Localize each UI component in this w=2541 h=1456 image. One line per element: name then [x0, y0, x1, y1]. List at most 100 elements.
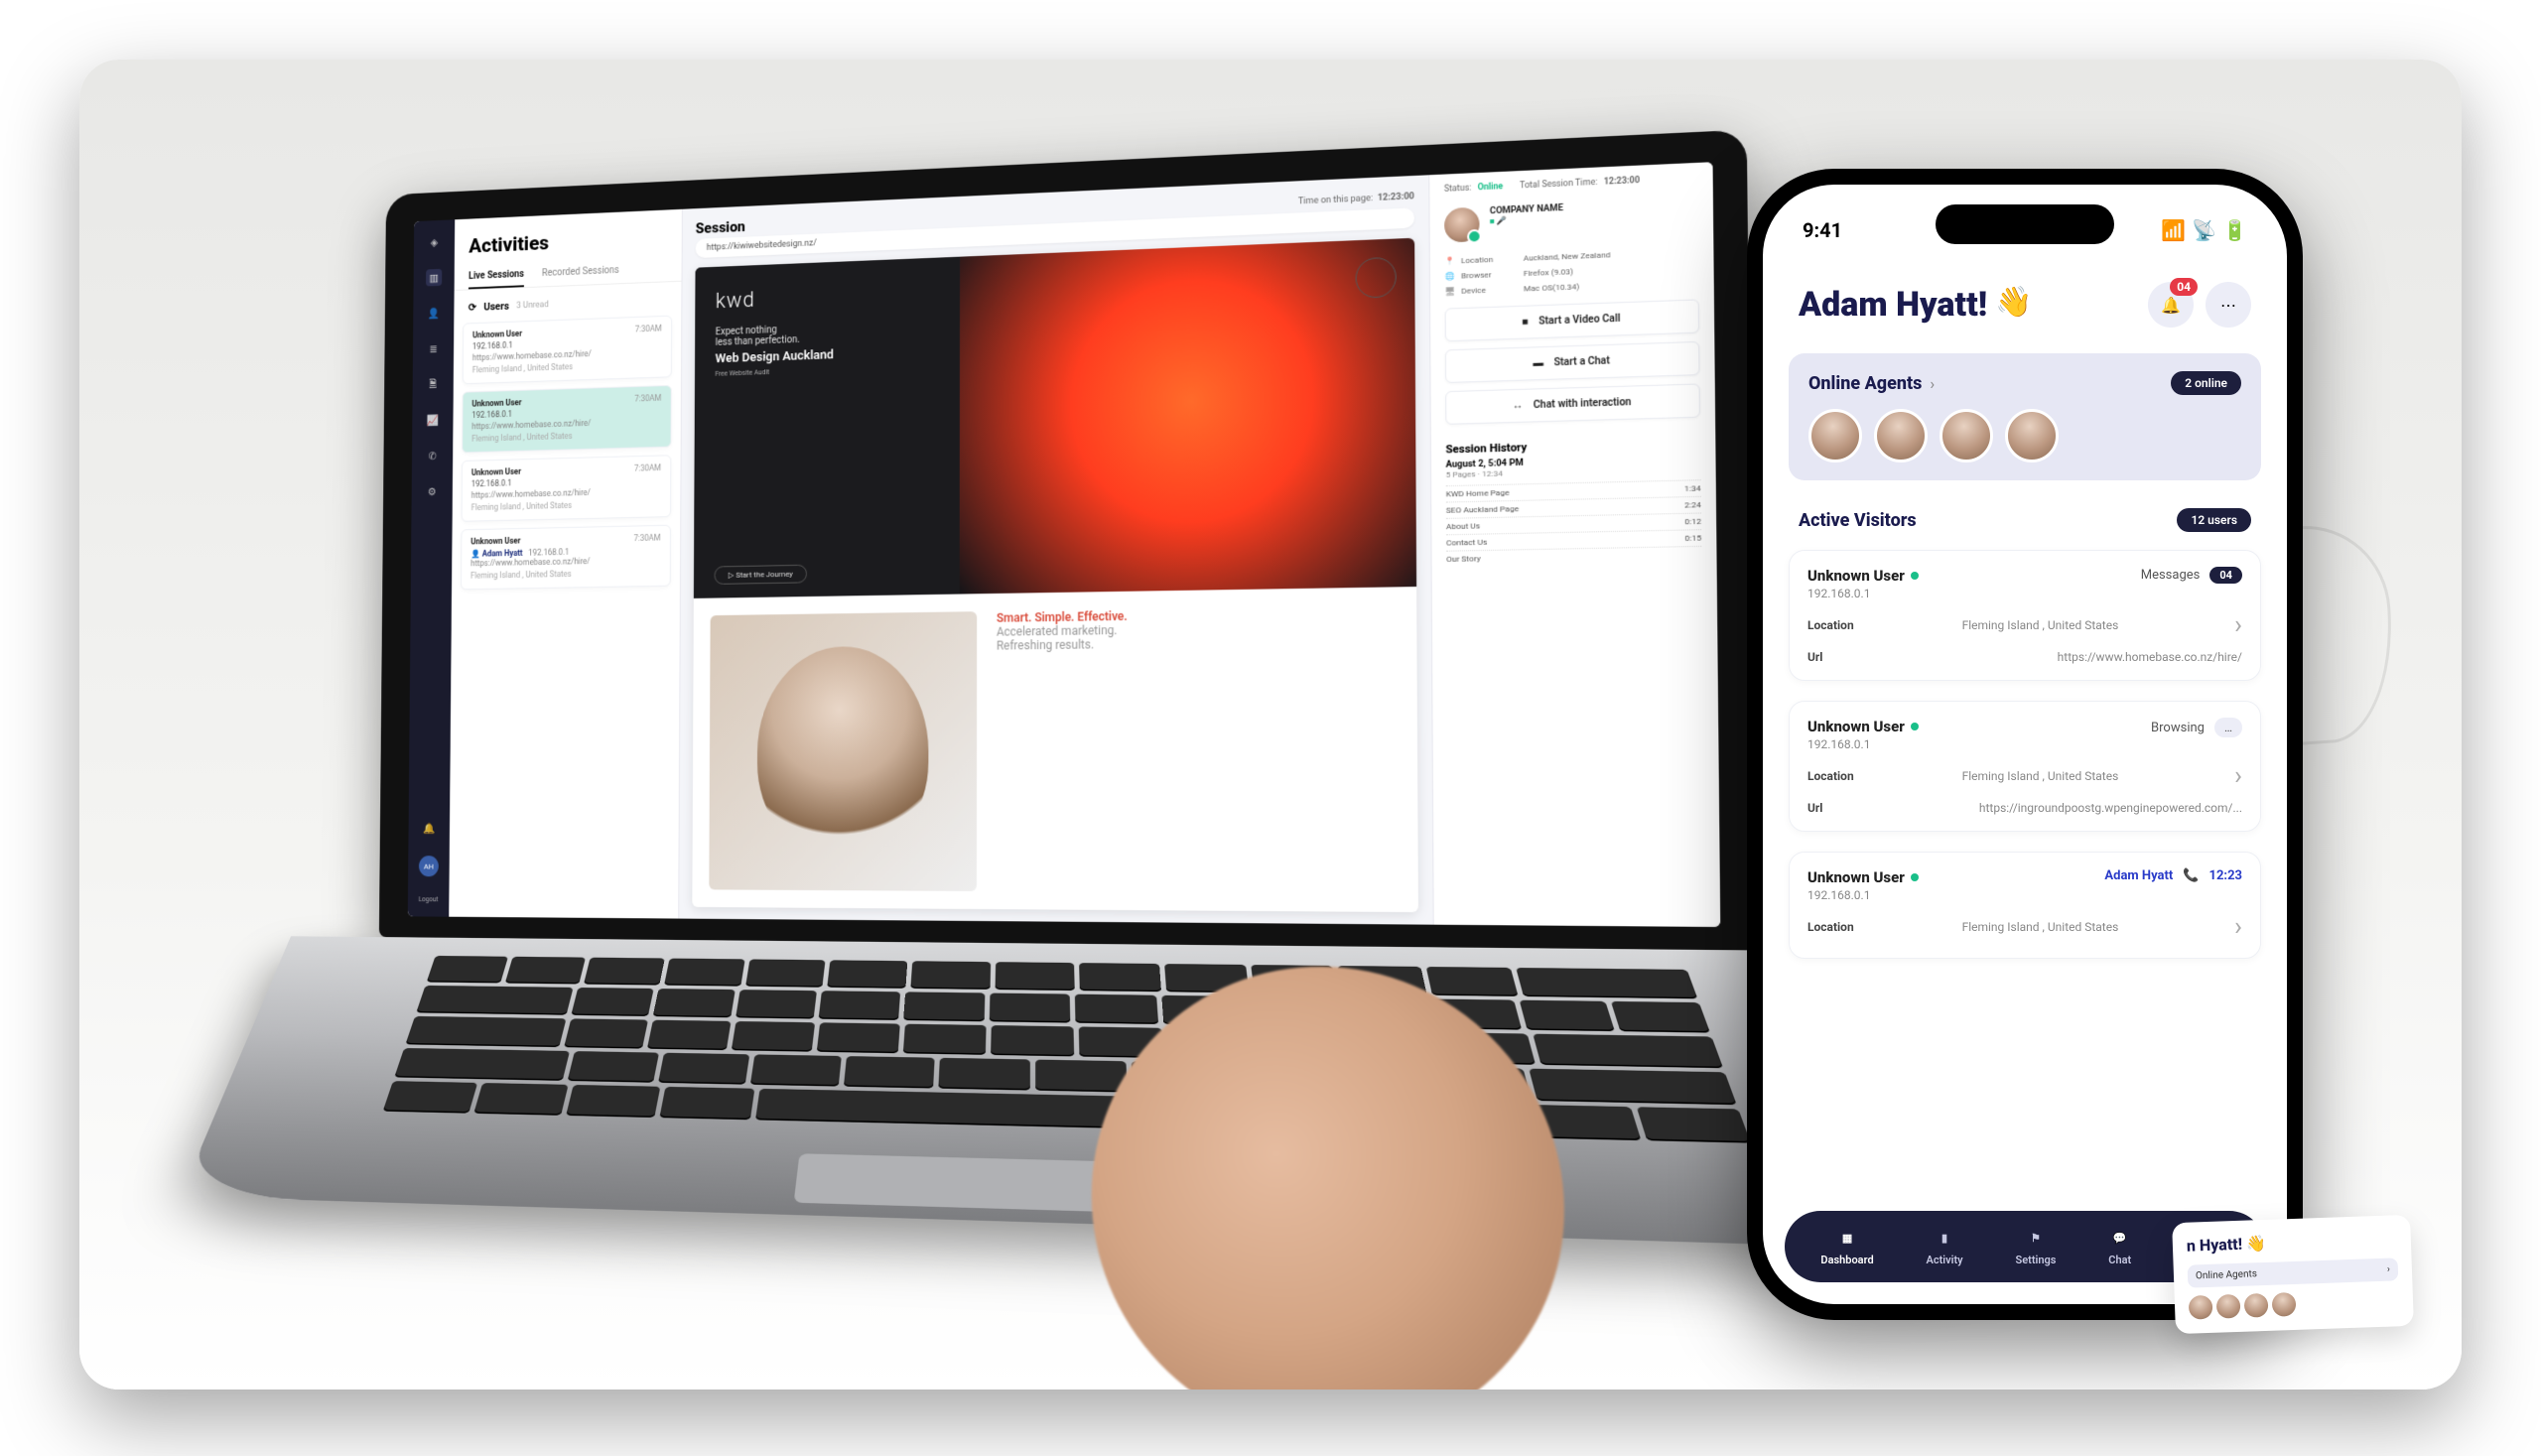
- settings-icon: ⚑: [2025, 1227, 2047, 1249]
- info-value: Auckland, New Zealand: [1524, 247, 1699, 263]
- visitor-name: Unknown User: [1807, 567, 1905, 585]
- session-preview: kwd Expect nothing less than perfection.…: [692, 238, 1418, 912]
- visitors-count: 12 users: [2177, 508, 2251, 532]
- user-card[interactable]: Unknown User7:30AM 192.168.0.1 https://w…: [462, 385, 671, 454]
- messages-badge: 04: [2209, 567, 2242, 584]
- avatar[interactable]: AH: [419, 856, 439, 876]
- nav-calls-icon[interactable]: ✆: [424, 447, 440, 463]
- nav-analytics-icon[interactable]: 📈: [425, 411, 441, 429]
- chat-interaction-button[interactable]: ↔Chat with interaction: [1445, 383, 1700, 424]
- nav-dashboard[interactable]: ▦Dashboard: [1820, 1227, 1873, 1266]
- marketing-line2: Refreshing results.: [997, 637, 1128, 653]
- more-icon: ⋯: [2220, 296, 2236, 315]
- mini-avatar: [2272, 1292, 2297, 1317]
- history-item[interactable]: Our Story: [1446, 546, 1701, 567]
- wifi-icon: 📡: [2192, 218, 2216, 242]
- video-icon: ■: [1490, 216, 1495, 225]
- total-session-time: 12:23:00: [1604, 176, 1640, 188]
- mini-avatar: [2244, 1293, 2269, 1318]
- row-label: Url: [1807, 650, 1822, 664]
- more-menu-button[interactable]: ⋯: [2206, 282, 2251, 328]
- browser-icon: 🌐: [1444, 271, 1461, 281]
- nav-settings-icon[interactable]: ⚙: [424, 482, 440, 499]
- bell-icon[interactable]: 🔔: [421, 820, 437, 837]
- agent-block: COMPANY NAME ■ 🎤: [1444, 198, 1698, 243]
- tab-live-sessions[interactable]: Live Sessions: [468, 263, 524, 289]
- device-icon: 🖥: [1445, 287, 1462, 297]
- info-value: Firefox (9.03): [1524, 262, 1699, 278]
- tab-recorded-sessions[interactable]: Recorded Sessions: [542, 259, 619, 286]
- laptop-mockup: ◈ ▥ 👤 ≣ 🗎 📈 ✆ ⚙ 🔔 AH Logout Activities: [376, 130, 1760, 1332]
- start-chat-button[interactable]: ▬Start a Chat: [1445, 341, 1700, 383]
- online-dot-icon: [1911, 873, 1919, 881]
- agent-avatar[interactable]: [1939, 409, 1993, 463]
- dashboard-icon: ▦: [1836, 1227, 1858, 1249]
- online-agents-count: 2 online: [2171, 371, 2241, 395]
- nav-chat[interactable]: 💬Chat: [2108, 1227, 2131, 1266]
- visitor-ip: 192.168.0.1: [1807, 587, 1919, 600]
- user-name: Unknown User: [470, 537, 520, 548]
- user-card[interactable]: Unknown User7:30AM 192.168.0.1 https://w…: [462, 455, 672, 522]
- agent-avatar[interactable]: [1808, 409, 1862, 463]
- phone-mockup: 9:41 📶 📡 🔋 Adam Hyatt!👋 🔔 04 ⋯: [1747, 169, 2303, 1320]
- status-time: 9:41: [1803, 218, 1842, 242]
- messages-label: Messages: [2141, 568, 2201, 583]
- chat-icon: ▬: [1533, 357, 1543, 369]
- location-icon: 📍: [1444, 256, 1461, 266]
- status-row: Status: Online Total Session Time: 12:23…: [1444, 173, 1698, 195]
- visitor-ip: 192.168.0.1: [1807, 737, 1919, 751]
- wave-icon: 👋: [1995, 285, 2032, 325]
- history-title: Session History: [1445, 436, 1700, 456]
- online-agents-title: Online Agents: [1808, 373, 1922, 394]
- row-label: Url: [1807, 801, 1822, 815]
- visitor-card[interactable]: Unknown User 192.168.0.1 Messages 04 Loc…: [1789, 550, 2261, 681]
- preview-marketing: Smart. Simple. Effective. Accelerated ma…: [692, 587, 1418, 912]
- agent-avatar[interactable]: [2005, 409, 2059, 463]
- user-time: 7:30AM: [635, 325, 662, 335]
- phone-icon: 📞: [2183, 868, 2199, 883]
- row-label: Location: [1807, 618, 1854, 632]
- notification-bell-button[interactable]: 🔔 04: [2148, 282, 2194, 328]
- online-dot-icon: [1911, 572, 1919, 580]
- desktop-app: ◈ ▥ 👤 ≣ 🗎 📈 ✆ ⚙ 🔔 AH Logout Activities: [408, 162, 1721, 927]
- nav-sessions-icon[interactable]: ▥: [426, 269, 442, 287]
- hero-cta: ▷ Start the Journey: [715, 565, 808, 585]
- user-time: 7:30AM: [633, 534, 660, 544]
- info-label: Location: [1461, 254, 1524, 266]
- user-card[interactable]: Unknown User7:30AM 👤 Adam Hyatt 192.168.…: [461, 525, 671, 591]
- nav-users-icon[interactable]: 👤: [426, 305, 442, 323]
- marketing-frame: ◈ ▥ 👤 ≣ 🗎 📈 ✆ ⚙ 🔔 AH Logout Activities: [79, 60, 2462, 1390]
- visitor-ip: 192.168.0.1: [1807, 888, 1919, 902]
- agent-avatar[interactable]: [1874, 409, 1928, 463]
- app-header: Adam Hyatt!👋 🔔 04 ⋯: [1763, 252, 2287, 343]
- nav-activity[interactable]: ▮Activity: [1926, 1227, 1962, 1266]
- refresh-icon[interactable]: ⟳: [468, 301, 476, 314]
- camera-icon: ■: [1522, 317, 1528, 328]
- phone-notch: [1936, 204, 2114, 244]
- user-time: 7:30AM: [634, 394, 661, 404]
- visitor-card[interactable]: Unknown User 192.168.0.1 Adam Hyatt 📞 12…: [1789, 852, 2261, 959]
- marketing-line1: Accelerated marketing.: [997, 623, 1128, 639]
- interaction-icon: ↔: [1513, 400, 1524, 412]
- wave-icon: 👋: [2246, 1234, 2267, 1254]
- action-buttons: ■Start a Video Call ▬Start a Chat ↔Chat …: [1445, 299, 1700, 433]
- visitor-url: https://ingroundpoostg.wpenginepowered.c…: [1979, 801, 2242, 815]
- preview-hero: kwd Expect nothing less than perfection.…: [694, 238, 1416, 598]
- user-card[interactable]: Unknown User7:30AM 192.168.0.1 https://w…: [463, 316, 672, 384]
- start-video-call-button[interactable]: ■Start a Video Call: [1445, 299, 1700, 341]
- row-label: Location: [1807, 920, 1854, 934]
- nav-settings[interactable]: ⚑Settings: [2015, 1227, 2056, 1266]
- info-label: Device: [1461, 284, 1524, 296]
- logout-link[interactable]: Logout: [419, 895, 439, 903]
- mini-agents-label: Online Agents: [2196, 1268, 2257, 1281]
- nav-list-icon[interactable]: ≣: [425, 340, 441, 358]
- greeting-name: Adam Hyatt!: [1799, 285, 1987, 325]
- browsing-label: Browsing: [2151, 721, 2205, 735]
- nav-report-icon[interactable]: 🗎: [425, 375, 441, 393]
- signal-icon: 📶: [2161, 218, 2186, 242]
- battery-icon: 🔋: [2222, 218, 2247, 242]
- bell-icon: 🔔: [2161, 296, 2181, 315]
- visitor-card[interactable]: Unknown User 192.168.0.1 Browsing … Loca…: [1789, 701, 2261, 832]
- online-agents-panel[interactable]: Online Agents › 2 online: [1789, 353, 2261, 480]
- active-visitors-title: Active Visitors: [1799, 510, 1917, 531]
